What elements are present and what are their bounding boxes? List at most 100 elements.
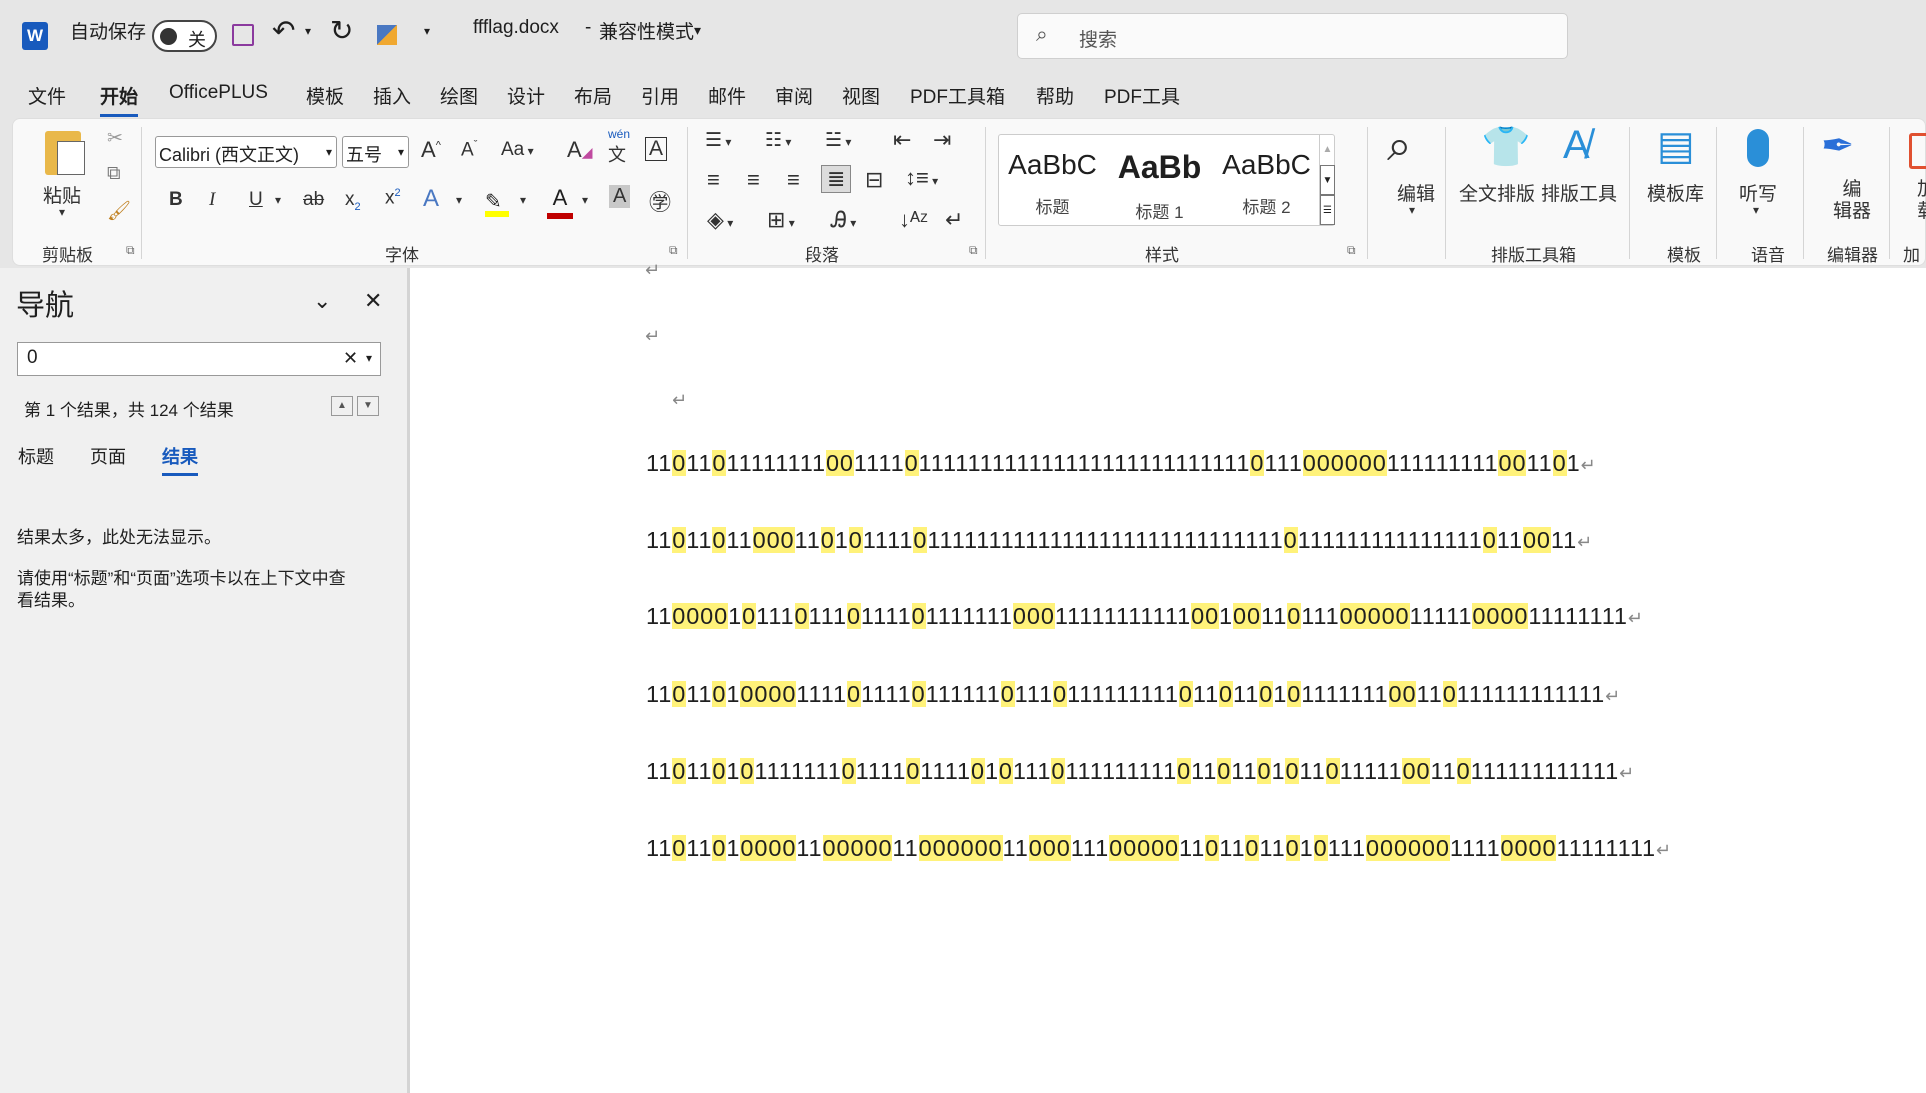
character-border-icon[interactable]: A bbox=[645, 137, 668, 161]
copy-icon[interactable]: ⧉ bbox=[107, 163, 121, 185]
increase-indent-icon[interactable]: ⇥ bbox=[933, 127, 951, 153]
tab-draw[interactable]: 绘图 bbox=[440, 82, 478, 109]
tab-mailings[interactable]: 邮件 bbox=[708, 82, 746, 109]
tab-home[interactable]: 开始 bbox=[100, 82, 139, 117]
tab-pages[interactable]: 页面 bbox=[90, 443, 126, 469]
multilevel-list-icon[interactable]: ☱ ▾ bbox=[825, 129, 851, 152]
shading-icon[interactable]: ◈ ▾ bbox=[707, 207, 733, 233]
editing-dropdown-icon[interactable]: ▾ bbox=[1409, 203, 1415, 217]
dialog-launcher-icon[interactable]: ⧉ bbox=[669, 243, 678, 258]
style-heading2[interactable]: AaBbC 标题 2 bbox=[1213, 149, 1320, 229]
template-library-button[interactable]: 模板库 bbox=[1647, 179, 1704, 206]
clear-icon[interactable]: ✕ bbox=[343, 348, 358, 369]
dialog-launcher-icon[interactable]: ⧉ bbox=[126, 243, 135, 258]
style-heading[interactable]: AaBbC 标题 bbox=[999, 149, 1106, 229]
layout-tool-icon[interactable]: A̸ bbox=[1563, 123, 1590, 168]
font-color-icon[interactable]: A bbox=[547, 185, 573, 219]
cut-icon[interactable]: ✂ bbox=[107, 127, 123, 150]
chevron-down-icon[interactable]: ▾ bbox=[694, 22, 701, 39]
borders-icon[interactable]: ⊞ ▾ bbox=[767, 207, 795, 233]
editor-button[interactable]: 编辑器 bbox=[1833, 179, 1871, 223]
highlight-dropdown-icon[interactable]: ▾ bbox=[520, 193, 526, 207]
tab-officeplus[interactable]: OfficePLUS bbox=[169, 82, 268, 104]
addins-button[interactable]: 加载 bbox=[1917, 179, 1926, 223]
text-effects-icon[interactable]: A bbox=[423, 185, 439, 213]
tab-layout[interactable]: 布局 bbox=[574, 82, 612, 109]
undo-dropdown-icon[interactable]: ▾ bbox=[305, 24, 311, 38]
document-page[interactable]: ↵ ↵ ↵ 1101101111111100111101111111111111… bbox=[410, 260, 1926, 1093]
distributed-icon[interactable]: ⊟ bbox=[865, 167, 883, 193]
dictate-button[interactable]: 听写 bbox=[1739, 179, 1777, 206]
tab-pdf-tools[interactable]: PDF工具 bbox=[1104, 82, 1180, 109]
grow-font-icon[interactable]: A^ bbox=[421, 137, 441, 163]
align-left-icon[interactable]: ≡ bbox=[707, 167, 720, 193]
font-size-select[interactable]: 五号 ▾ bbox=[342, 136, 409, 168]
editing-button[interactable]: 编辑 bbox=[1397, 179, 1435, 206]
full-layout-icon[interactable]: 👕 bbox=[1481, 123, 1531, 170]
nav-search-box[interactable]: 0 ✕ ▾ bbox=[17, 342, 381, 376]
format-painter-icon[interactable]: 🖌 bbox=[107, 199, 131, 223]
close-icon[interactable]: ✕ bbox=[364, 288, 382, 314]
paste-dropdown-icon[interactable]: ▾ bbox=[59, 205, 65, 219]
tab-design[interactable]: 设计 bbox=[507, 82, 545, 109]
character-shading-icon[interactable]: A bbox=[609, 185, 631, 208]
previous-result-button[interactable]: ▲ bbox=[331, 396, 353, 416]
tab-file[interactable]: 文件 bbox=[28, 82, 66, 109]
paste-button[interactable]: 粘贴 bbox=[43, 181, 81, 208]
phonetic-guide-icon[interactable]: wén 文 bbox=[608, 127, 630, 167]
tab-results[interactable]: 结果 bbox=[162, 443, 198, 476]
bullets-icon[interactable]: ☰ ▾ bbox=[705, 129, 731, 152]
tab-references[interactable]: 引用 bbox=[641, 82, 679, 109]
italic-button[interactable]: I bbox=[209, 189, 215, 211]
microphone-icon[interactable] bbox=[1747, 129, 1769, 167]
chevron-down-icon[interactable]: ▾ bbox=[366, 351, 372, 365]
tab-view[interactable]: 视图 bbox=[842, 82, 880, 109]
search-box[interactable]: ⌕ 搜索 bbox=[1017, 13, 1568, 59]
tab-headings[interactable]: 标题 bbox=[18, 443, 54, 469]
dialog-launcher-icon[interactable]: ⧉ bbox=[969, 243, 978, 258]
decrease-indent-icon[interactable]: ⇤ bbox=[893, 127, 911, 153]
nav-options-icon[interactable]: ⌄ bbox=[313, 288, 331, 314]
highlight-color-icon[interactable]: ✎ bbox=[485, 189, 511, 217]
tab-template[interactable]: 模板 bbox=[306, 82, 344, 109]
strikethrough-button[interactable]: ab bbox=[303, 189, 324, 211]
styles-scroll[interactable]: ▲ ▼ ☰ bbox=[1319, 135, 1335, 225]
touch-mode-icon[interactable] bbox=[377, 25, 397, 45]
align-right-icon[interactable]: ≡ bbox=[787, 167, 800, 193]
layout-tool-button[interactable]: 排版工具 bbox=[1541, 179, 1617, 206]
customize-qat-icon[interactable]: ▾ bbox=[424, 24, 430, 38]
tab-help[interactable]: 帮助 bbox=[1036, 82, 1074, 109]
font-name-select[interactable]: Calibri (西文正文) ▾ bbox=[155, 136, 337, 168]
undo-icon[interactable]: ↶ bbox=[272, 14, 295, 47]
align-center-icon[interactable]: ≡ bbox=[747, 167, 760, 193]
line-spacing-icon[interactable]: ↕≡ ▾ bbox=[905, 165, 938, 191]
dialog-launcher-icon[interactable]: ⧉ bbox=[1347, 243, 1356, 258]
underline-dropdown-icon[interactable]: ▾ bbox=[275, 193, 281, 207]
compat-mode[interactable]: 兼容性模式 bbox=[599, 17, 694, 44]
shrink-font-icon[interactable]: Aˇ bbox=[461, 139, 477, 161]
autosave-toggle[interactable]: 关 bbox=[152, 20, 217, 52]
chinese-layout-icon[interactable]: Ꭿ ▾ bbox=[831, 207, 856, 233]
next-result-button[interactable]: ▼ bbox=[357, 396, 379, 416]
clear-formatting-icon[interactable]: A◢ bbox=[567, 137, 592, 163]
text-effects-dropdown-icon[interactable]: ▾ bbox=[456, 193, 462, 207]
find-icon[interactable]: ⌕ bbox=[1387, 121, 1412, 171]
underline-button[interactable]: U bbox=[249, 189, 263, 211]
subscript-button[interactable]: x2 bbox=[345, 189, 361, 213]
change-case-icon[interactable]: Aa ▾ bbox=[501, 139, 534, 161]
template-library-icon[interactable]: ▤ bbox=[1657, 123, 1695, 169]
justify-icon[interactable]: ≣ bbox=[821, 165, 852, 193]
enclose-characters-icon[interactable]: ㊫ bbox=[649, 185, 671, 217]
tab-pdf-toolbox[interactable]: PDF工具箱 bbox=[910, 82, 1005, 109]
dictate-dropdown-icon[interactable]: ▾ bbox=[1753, 203, 1759, 217]
numbering-icon[interactable]: ☷ ▾ bbox=[765, 129, 791, 152]
sort-icon[interactable]: ↓ᴬᶻ bbox=[899, 207, 928, 233]
tab-insert[interactable]: 插入 bbox=[373, 82, 411, 109]
save-icon[interactable] bbox=[232, 24, 254, 46]
full-layout-button[interactable]: 全文排版 bbox=[1459, 179, 1535, 206]
show-marks-icon[interactable]: ↵ bbox=[945, 207, 963, 233]
redo-icon[interactable]: ↻ bbox=[330, 14, 353, 47]
style-heading1[interactable]: AaBb 标题 1 bbox=[1106, 149, 1213, 229]
font-color-dropdown-icon[interactable]: ▾ bbox=[582, 193, 588, 207]
nav-search-input[interactable]: 0 bbox=[27, 347, 38, 369]
